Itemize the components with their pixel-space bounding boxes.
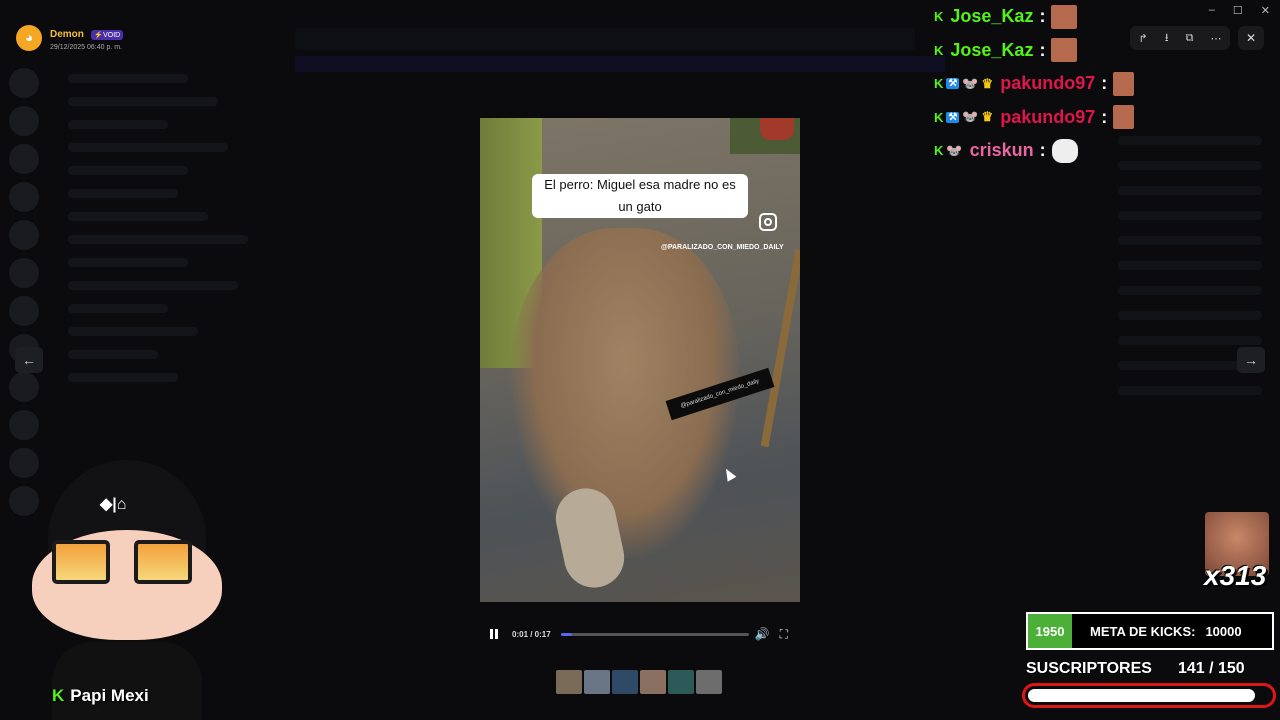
video-handle: @PARALIZADO_CON_MIEDO_DAILY bbox=[661, 244, 784, 251]
flower-pot bbox=[760, 118, 794, 140]
chat-message: K ⚒ 🐭 ♛ pakundo97: bbox=[934, 101, 1134, 135]
chat-separator: : bbox=[1039, 6, 1046, 27]
face-emote-icon bbox=[1113, 105, 1134, 130]
previous-media-button[interactable]: ← bbox=[15, 347, 43, 373]
media-thumbnails bbox=[556, 670, 722, 694]
media-thumbnail[interactable] bbox=[556, 670, 582, 694]
subs-widget: SUSCRIPTORES 141 / 150 bbox=[1026, 660, 1274, 678]
instagram-icon bbox=[759, 213, 777, 231]
combo-count: x313 bbox=[1204, 560, 1267, 591]
chat-message: K Jose_Kaz: bbox=[934, 34, 1134, 68]
crown-badge-icon: ♛ bbox=[981, 109, 994, 125]
cap-logo: ◆|⌂ bbox=[100, 496, 127, 513]
video-caption: El perro: Miguel esa madre no es un gato bbox=[532, 174, 748, 218]
open-external-icon[interactable]: ⧉ bbox=[1186, 32, 1194, 45]
window-controls: – ☐ ✕ bbox=[1209, 4, 1270, 17]
pause-button[interactable] bbox=[484, 629, 504, 639]
mouse-badge-icon: 🐭 bbox=[962, 109, 979, 125]
kick-badge-icon: K bbox=[934, 109, 944, 125]
moderator-badge-icon: ⚒ bbox=[946, 78, 960, 90]
media-thumbnail[interactable] bbox=[640, 670, 666, 694]
maximize-button[interactable]: ☐ bbox=[1233, 4, 1243, 17]
kick-badge-icon: K bbox=[934, 76, 944, 92]
kicks-count: 1950 bbox=[1028, 614, 1072, 648]
video-player[interactable]: El perro: Miguel esa madre no es un gato… bbox=[480, 118, 800, 602]
chat-username[interactable]: Jose_Kaz bbox=[950, 6, 1033, 27]
kick-logo: K bbox=[52, 686, 65, 705]
media-thumbnail[interactable] bbox=[584, 670, 610, 694]
kick-badge-icon: K bbox=[934, 9, 944, 25]
video-controls: 0:01 / 0:17 🔊 ⛶ bbox=[480, 622, 800, 646]
minimize-button[interactable]: – bbox=[1209, 4, 1215, 17]
avatar-glasses-left bbox=[52, 540, 110, 584]
chat-separator: : bbox=[1101, 73, 1108, 94]
avatar-shirt bbox=[52, 642, 202, 720]
mouse-badge-icon: 🐭 bbox=[962, 75, 979, 91]
member-list bbox=[1110, 120, 1270, 520]
chat-message: K Jose_Kaz: bbox=[934, 0, 1134, 34]
notification-badge: ⚡VOID bbox=[91, 30, 124, 40]
chat-message: K ⚒ 🐭 ♛ pakundo97: bbox=[934, 67, 1134, 101]
media-thumbnail[interactable] bbox=[668, 670, 694, 694]
chat-username[interactable]: criskun bbox=[970, 140, 1034, 161]
channel-header bbox=[295, 28, 915, 50]
viewer-close-button[interactable]: ✕ bbox=[1238, 26, 1264, 50]
video-progress-bar[interactable] bbox=[560, 632, 749, 636]
stream-overlay: ◕ Demon ⚡VOID 29/12/2025 06:40 p. m. – ☐… bbox=[0, 0, 1280, 720]
notification-username: Demon bbox=[50, 29, 84, 40]
discord-icon: ◕ bbox=[16, 24, 42, 51]
avatar-name: K Papi Mexi bbox=[52, 686, 149, 706]
more-icon[interactable]: ⋯ bbox=[1210, 32, 1221, 45]
face-emote-icon bbox=[1051, 38, 1078, 63]
media-thumbnail[interactable] bbox=[612, 670, 638, 694]
crown-badge-icon: ♛ bbox=[981, 75, 994, 91]
kick-badge-icon: K bbox=[934, 143, 944, 159]
face-emote-icon bbox=[1051, 4, 1078, 29]
channel-banner bbox=[295, 56, 945, 72]
notification-timestamp: 29/12/2025 06:40 p. m. bbox=[50, 44, 122, 51]
chat-message: K 🐭 criskun: bbox=[934, 134, 1134, 168]
download-icon[interactable]: ⭳ bbox=[1165, 29, 1169, 48]
fullscreen-icon[interactable]: ⛶ bbox=[780, 627, 788, 642]
media-thumbnail[interactable] bbox=[696, 670, 722, 694]
moderator-badge-icon: ⚒ bbox=[946, 111, 960, 123]
avatar-name-text: Papi Mexi bbox=[70, 686, 149, 705]
stream-chat: K Jose_Kaz: K Jose_Kaz: K ⚒ 🐭 ♛ pakundo97: K ⚒ 🐭 ♛ pa… bbox=[934, 0, 1134, 168]
kick-badge-icon: K bbox=[934, 42, 944, 58]
forward-icon[interactable]: ↱ bbox=[1139, 32, 1148, 45]
next-media-button[interactable]: → bbox=[1237, 347, 1265, 373]
chat-username[interactable]: Jose_Kaz bbox=[950, 40, 1033, 61]
kicks-label: META DE KICKS: bbox=[1090, 623, 1196, 639]
kicks-goal-widget: 1950 META DE KICKS: 10000 bbox=[1026, 612, 1274, 650]
mouse-badge-icon: 🐭 bbox=[946, 142, 963, 158]
kicks-goal: 10000 bbox=[1205, 623, 1242, 639]
chat-separator: : bbox=[1101, 106, 1108, 127]
chat-separator: : bbox=[1039, 39, 1046, 60]
video-progress-fill bbox=[560, 632, 572, 636]
subs-progress-bar bbox=[1022, 683, 1276, 708]
chat-username[interactable]: pakundo97 bbox=[1000, 73, 1095, 94]
chat-username[interactable]: pakundo97 bbox=[1000, 107, 1095, 128]
chat-separator: : bbox=[1039, 140, 1046, 161]
subs-progress-fill bbox=[1028, 689, 1256, 702]
media-viewer-toolbar: ↱ ⭳ ⧉ ⋯ bbox=[1130, 26, 1230, 50]
video-time: 0:01 / 0:17 bbox=[512, 629, 551, 639]
window-close-button[interactable]: ✕ bbox=[1261, 4, 1270, 17]
face-emote-icon bbox=[1113, 71, 1134, 96]
subs-count: 141 / 150 bbox=[1177, 660, 1245, 677]
subs-label: SUSCRIPTORES bbox=[1026, 660, 1152, 677]
volume-icon[interactable]: 🔊 bbox=[755, 627, 770, 641]
notification-toast[interactable]: ◕ Demon ⚡VOID 29/12/2025 06:40 p. m. bbox=[16, 24, 124, 51]
dog-emote-icon bbox=[1051, 138, 1078, 163]
avatar-glasses-right bbox=[134, 540, 192, 584]
streamer-avatar: ◆|⌂ K Papi Mexi bbox=[12, 430, 242, 720]
